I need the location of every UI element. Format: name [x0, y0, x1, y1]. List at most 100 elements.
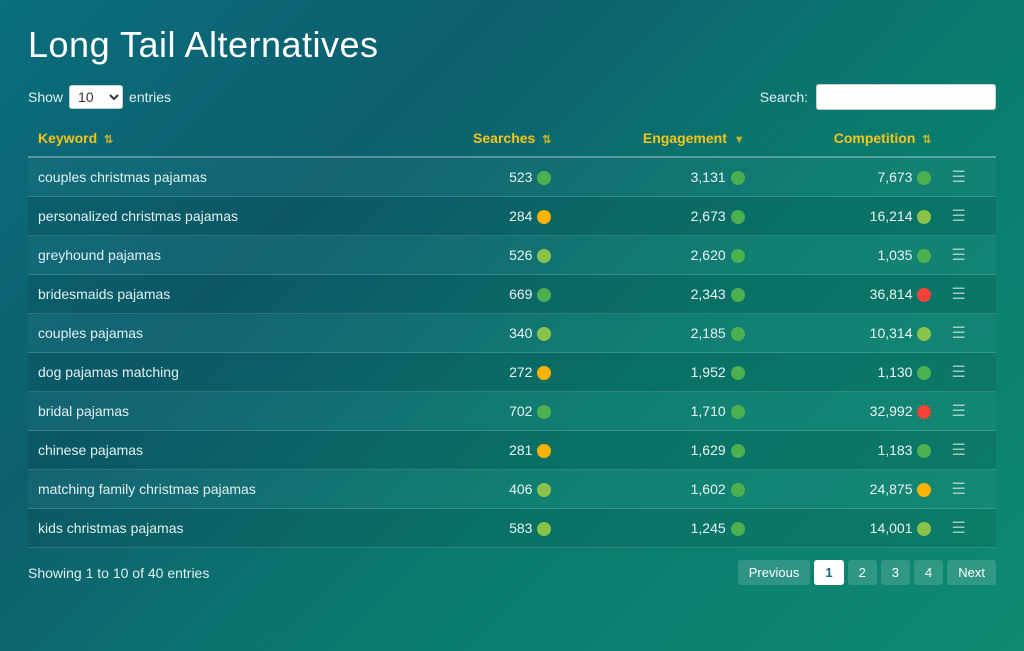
competition-cell: 1,130 [755, 353, 942, 392]
searches-cell: 272 [405, 353, 561, 392]
competition-dot [917, 522, 931, 536]
keyword-cell: matching family christmas pajamas [28, 470, 405, 509]
searches-dot [537, 444, 551, 458]
search-box: Search: [760, 84, 996, 110]
engagement-cell: 3,131 [561, 157, 754, 197]
engagement-dot [731, 288, 745, 302]
competition-dot [917, 483, 931, 497]
keyword-cell: personalized christmas pajamas [28, 197, 405, 236]
table-row: bridal pajamas 702 1,710 32,992 ☰ [28, 392, 996, 431]
searches-cell: 583 [405, 509, 561, 548]
keyword-cell: chinese pajamas [28, 431, 405, 470]
searches-cell: 340 [405, 314, 561, 353]
competition-cell: 14,001 [755, 509, 942, 548]
row-menu-cell: ☰ [941, 275, 996, 314]
searches-dot [537, 288, 551, 302]
engagement-cell: 1,952 [561, 353, 754, 392]
keyword-cell: greyhound pajamas [28, 236, 405, 275]
row-menu-icon[interactable]: ☰ [951, 247, 965, 264]
row-menu-icon[interactable]: ☰ [951, 481, 965, 498]
competition-dot [917, 288, 931, 302]
row-menu-cell: ☰ [941, 314, 996, 353]
row-menu-cell: ☰ [941, 509, 996, 548]
engagement-cell: 1,245 [561, 509, 754, 548]
keyword-sort-icon: ⇅ [104, 134, 113, 146]
keyword-cell: bridal pajamas [28, 392, 405, 431]
col-engagement[interactable]: Engagement ▼ [561, 120, 754, 157]
keyword-cell: couples christmas pajamas [28, 157, 405, 197]
search-input[interactable] [816, 84, 996, 110]
engagement-dot [731, 327, 745, 341]
table-row: chinese pajamas 281 1,629 1,183 ☰ [28, 431, 996, 470]
row-menu-icon[interactable]: ☰ [951, 286, 965, 303]
searches-dot [537, 405, 551, 419]
pagination-next[interactable]: Next [947, 560, 996, 585]
pagination-page-1[interactable]: 1 [814, 560, 843, 585]
keyword-cell: couples pajamas [28, 314, 405, 353]
engagement-dot [731, 249, 745, 263]
competition-cell: 7,673 [755, 157, 942, 197]
competition-sort-icon: ⇅ [922, 134, 931, 146]
searches-cell: 406 [405, 470, 561, 509]
row-menu-icon[interactable]: ☰ [951, 520, 965, 537]
competition-dot [917, 405, 931, 419]
engagement-cell: 1,629 [561, 431, 754, 470]
table-row: dog pajamas matching 272 1,952 1,130 ☰ [28, 353, 996, 392]
pagination-page-4[interactable]: 4 [914, 560, 943, 585]
keyword-cell: dog pajamas matching [28, 353, 405, 392]
table-row: matching family christmas pajamas 406 1,… [28, 470, 996, 509]
row-menu-icon[interactable]: ☰ [951, 208, 965, 225]
pagination-prev[interactable]: Previous [738, 560, 811, 585]
competition-cell: 16,214 [755, 197, 942, 236]
table-row: kids christmas pajamas 583 1,245 14,001 … [28, 509, 996, 548]
row-menu-icon[interactable]: ☰ [951, 442, 965, 459]
show-entries-group: Show 102550100 entries [28, 85, 171, 109]
showing-text: Showing 1 to 10 of 40 entries [28, 565, 209, 581]
col-keyword[interactable]: Keyword ⇅ [28, 120, 405, 157]
searches-cell: 281 [405, 431, 561, 470]
competition-cell: 10,314 [755, 314, 942, 353]
entries-label: entries [129, 89, 171, 105]
row-menu-cell: ☰ [941, 236, 996, 275]
engagement-dot [731, 444, 745, 458]
pagination-page-3[interactable]: 3 [881, 560, 910, 585]
engagement-cell: 2,620 [561, 236, 754, 275]
keyword-cell: bridesmaids pajamas [28, 275, 405, 314]
row-menu-icon[interactable]: ☰ [951, 169, 965, 186]
col-actions [941, 120, 996, 157]
row-menu-icon[interactable]: ☰ [951, 364, 965, 381]
col-searches[interactable]: Searches ⇅ [405, 120, 561, 157]
competition-dot [917, 249, 931, 263]
table-row: personalized christmas pajamas 284 2,673… [28, 197, 996, 236]
entries-select[interactable]: 102550100 [69, 85, 123, 109]
controls-bottom: Showing 1 to 10 of 40 entries Previous12… [28, 560, 996, 585]
engagement-cell: 2,185 [561, 314, 754, 353]
table-row: greyhound pajamas 526 2,620 1,035 ☰ [28, 236, 996, 275]
competition-cell: 32,992 [755, 392, 942, 431]
show-label: Show [28, 89, 63, 105]
competition-cell: 36,814 [755, 275, 942, 314]
engagement-cell: 2,673 [561, 197, 754, 236]
searches-dot [537, 366, 551, 380]
row-menu-icon[interactable]: ☰ [951, 325, 965, 342]
competition-cell: 1,183 [755, 431, 942, 470]
row-menu-cell: ☰ [941, 157, 996, 197]
competition-cell: 24,875 [755, 470, 942, 509]
pagination: Previous1234Next [738, 560, 996, 585]
col-competition[interactable]: Competition ⇅ [755, 120, 942, 157]
competition-dot [917, 366, 931, 380]
engagement-sort-icon: ▼ [734, 134, 745, 146]
row-menu-cell: ☰ [941, 353, 996, 392]
searches-dot [537, 522, 551, 536]
table-row: couples pajamas 340 2,185 10,314 ☰ [28, 314, 996, 353]
table-row: bridesmaids pajamas 669 2,343 36,814 ☰ [28, 275, 996, 314]
pagination-page-2[interactable]: 2 [848, 560, 877, 585]
searches-sort-icon: ⇅ [542, 134, 551, 146]
controls-top: Show 102550100 entries Search: [28, 84, 996, 110]
col-engagement-label: Engagement [643, 130, 727, 146]
row-menu-icon[interactable]: ☰ [951, 403, 965, 420]
engagement-dot [731, 366, 745, 380]
row-menu-cell: ☰ [941, 197, 996, 236]
competition-dot [917, 210, 931, 224]
searches-cell: 702 [405, 392, 561, 431]
